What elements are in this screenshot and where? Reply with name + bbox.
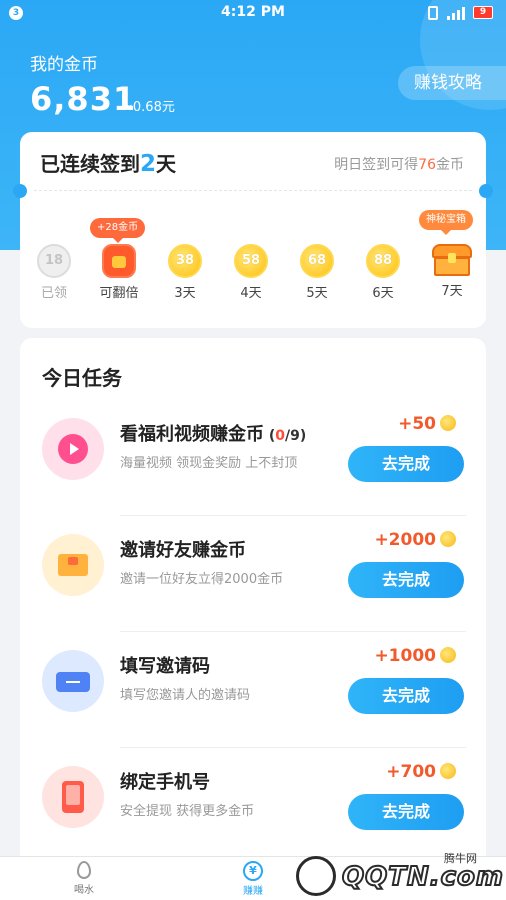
coin-icon: 88 [366, 244, 400, 278]
signin-day-5: 68 5天 [287, 244, 347, 301]
battery-icon: 9 [473, 6, 493, 19]
double-reward-tip: +28金币 [90, 218, 146, 243]
day-label: 6天 [372, 286, 394, 301]
task-reward: +1000 [374, 646, 456, 666]
signin-day-6: 88 6天 [353, 244, 413, 301]
tomorrow-coins: 76 [418, 157, 436, 173]
coin-icon [440, 647, 456, 663]
tomorrow-reward: 明日签到可得76金币 [334, 154, 464, 174]
day-label: 3天 [174, 286, 196, 301]
task-desc: 海量视频 领现金奖励 上不封顶 [120, 456, 298, 471]
card-notch-left [13, 184, 27, 198]
task-reward: +2000 [374, 530, 456, 550]
tomorrow-suffix: 金币 [436, 157, 464, 173]
phone-icon [42, 766, 104, 828]
ticket-icon [42, 650, 104, 712]
signin-card: 已连续签到2天 明日签到可得76金币 +28金币 神秘宝箱 18 已领 可翻倍 … [13, 132, 493, 328]
coin-icon [440, 763, 456, 779]
signin-day-3: 38 3天 [155, 244, 215, 301]
coin-icon: 58 [234, 244, 268, 278]
watermark-brand: QQTN.com [341, 861, 504, 893]
complete-task-button[interactable]: 去完成 [348, 562, 464, 598]
tomorrow-prefix: 明日签到可得 [334, 157, 419, 173]
coin-icon: 38 [168, 244, 202, 278]
reward-amount: +700 [386, 762, 436, 782]
signal-icon [447, 6, 467, 20]
signin-day-4: 58 4天 [221, 244, 281, 301]
task-desc: 填写您邀请人的邀请码 [120, 688, 251, 703]
rmb-equivalent: ≈0.68元 [122, 100, 175, 115]
complete-task-button[interactable]: 去完成 [348, 794, 464, 830]
task-reward: +700 [386, 762, 456, 782]
status-bar: 3 4:12 PM 9 [0, 0, 506, 26]
nav-item-earn[interactable]: ¥ 赚赚 [223, 861, 283, 897]
double-reward-icon[interactable] [102, 244, 136, 278]
task-name-text: 看福利视频赚金币 [120, 424, 264, 445]
signin-day-1: 18 已领 [24, 244, 84, 301]
reward-amount: +50 [398, 414, 436, 434]
task-reward: +50 [398, 414, 456, 434]
progress-total: /9) [285, 428, 307, 444]
watermark: QQTN.com 腾牛网 [296, 850, 504, 900]
complete-task-button[interactable]: 去完成 [348, 678, 464, 714]
coin-icon [440, 531, 456, 547]
mystery-chest-tip: 神秘宝箱 [419, 210, 473, 235]
signin-day-7[interactable]: 7天 [422, 244, 482, 299]
coin-label: 我的金币 [30, 55, 98, 75]
progress-current: 0 [275, 428, 286, 444]
nav-item-water[interactable]: 喝水 [54, 861, 114, 896]
streak-suffix: 天 [156, 152, 177, 176]
daily-tasks-card: 今日任务 看福利视频赚金币 (0/9) 海量视频 领现金奖励 上不封顶 +50 … [20, 338, 486, 878]
task-invite-friend: 邀请好友赚金币 邀请一位好友立得2000金币 +2000 去完成 [20, 516, 486, 632]
treasure-chest-icon[interactable] [432, 244, 472, 276]
complete-task-button[interactable]: 去完成 [348, 446, 464, 482]
streak-prefix: 已连续签到 [40, 152, 140, 176]
yuan-coin-icon: ¥ [243, 861, 263, 881]
day-label: 7天 [441, 284, 463, 299]
watermark-logo-icon [296, 856, 336, 896]
day-label: 已领 [40, 286, 67, 301]
day-label: 4天 [240, 286, 262, 301]
day-label: 可翻倍 [99, 286, 139, 301]
tasks-title: 今日任务 [42, 366, 122, 390]
earning-strategy-button[interactable]: 赚钱攻略 [398, 66, 506, 100]
envelope-icon [42, 534, 104, 596]
card-notch-right [479, 184, 493, 198]
nav-label: 赚赚 [243, 886, 263, 897]
task-name: 看福利视频赚金币 (0/9) [120, 420, 306, 446]
video-play-icon [42, 418, 104, 480]
streak-days: 2 [140, 151, 157, 177]
nav-label: 喝水 [74, 885, 94, 896]
task-watch-video: 看福利视频赚金币 (0/9) 海量视频 领现金奖励 上不封顶 +50 去完成 [20, 400, 486, 516]
signin-day-2[interactable]: 可翻倍 [89, 244, 149, 301]
task-name: 填写邀请码 [120, 656, 210, 677]
task-enter-invite-code: 填写邀请码 填写您邀请人的邀请码 +1000 去完成 [20, 632, 486, 748]
water-drop-icon [77, 861, 91, 879]
task-bind-phone: 绑定手机号 安全提现 获得更多金币 +700 去完成 [20, 748, 486, 864]
coin-icon: 68 [300, 244, 334, 278]
coin-icon [440, 415, 456, 431]
task-desc: 安全提现 获得更多金币 [120, 804, 255, 819]
card-divider [34, 190, 472, 191]
reward-amount: +2000 [374, 530, 436, 550]
task-progress: (0/9) [264, 428, 306, 444]
coin-balance: 6,831 [30, 80, 137, 118]
progress-open: ( [264, 428, 276, 444]
task-desc: 邀请一位好友立得2000金币 [120, 572, 284, 587]
vibrate-icon [428, 6, 438, 20]
day-label: 5天 [306, 286, 328, 301]
signin-streak: 已连续签到2天 [40, 148, 176, 177]
reward-amount: +1000 [374, 646, 436, 666]
task-name: 邀请好友赚金币 [120, 540, 246, 561]
coin-icon: 18 [37, 244, 71, 278]
task-name: 绑定手机号 [120, 772, 210, 793]
watermark-site: 腾牛网 [444, 852, 477, 865]
